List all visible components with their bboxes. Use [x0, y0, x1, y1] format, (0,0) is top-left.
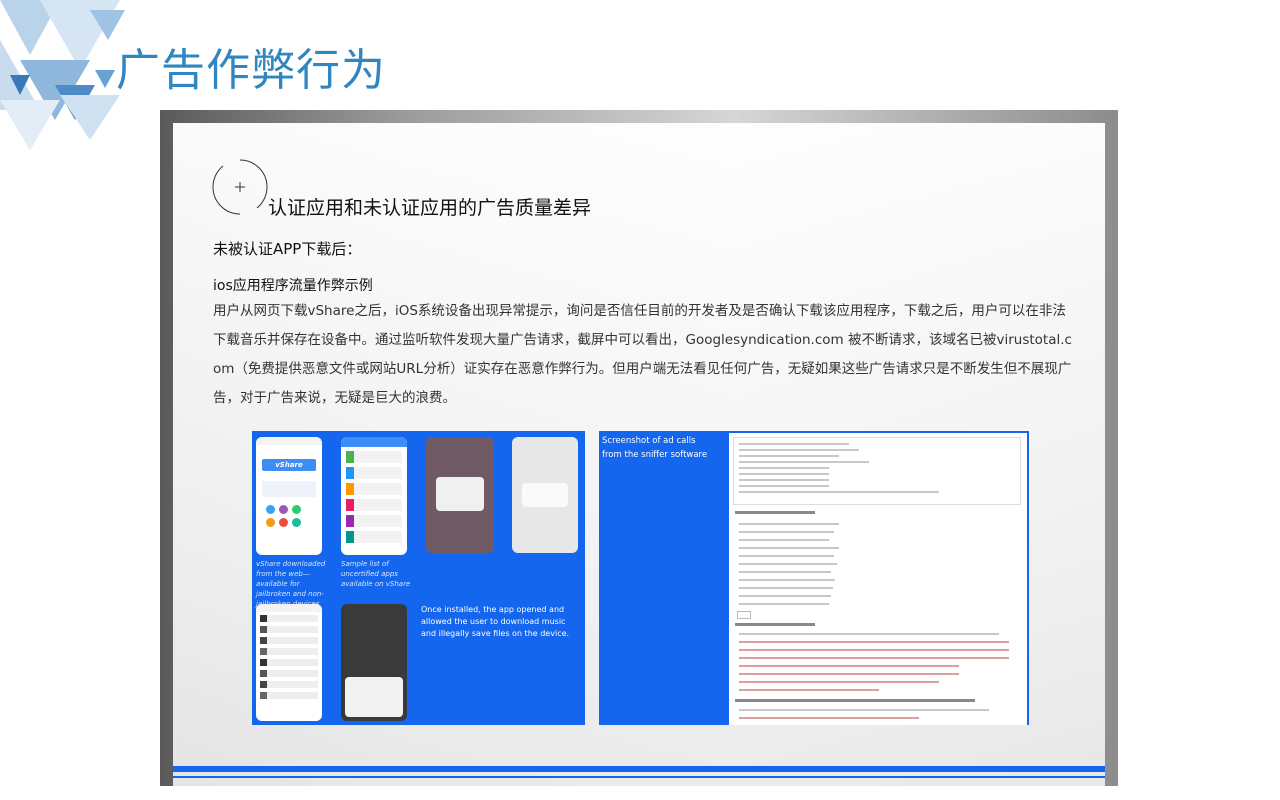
caption-sniffer: Screenshot of ad calls from the sniffer … — [602, 436, 708, 460]
subheading: 未被认证APP下载后： — [213, 240, 362, 258]
phone-screenshot-music-list — [256, 604, 322, 721]
crosshair-icon — [212, 159, 268, 215]
body-paragraph: 用户从网页下载vShare之后，iOS系统设备出现异常提示，询问是否信任目前的开… — [213, 303, 1072, 406]
caption-vshare: vShare downloaded from the web—available… — [256, 560, 326, 608]
phone-screenshot-app-list — [341, 437, 407, 555]
caption-sample-list: Sample list of uncertified apps availabl… — [341, 560, 411, 588]
phone-screenshot-vshare: vShare — [256, 437, 322, 555]
phone-screenshot-install-prompt — [512, 437, 578, 553]
example-title: ios应用程序流量作弊示例 — [213, 278, 373, 294]
slide-title: 广告作弊行为 — [116, 45, 386, 96]
caption-installed: Once installed, the app opened and allow… — [421, 605, 570, 638]
bottom-rule-thin — [173, 776, 1105, 778]
section-heading: 认证应用和未认证应用的广告质量差异 — [268, 197, 592, 219]
whois-box — [733, 437, 1021, 505]
phone-screenshot-download-sheet — [341, 604, 407, 721]
decorative-triangles — [0, 0, 125, 150]
phone-screenshot-trust-dialog — [426, 437, 494, 553]
bottom-rule — [173, 766, 1105, 772]
sniffer-screenshot — [729, 433, 1027, 725]
vshare-logo: vShare — [262, 459, 316, 471]
